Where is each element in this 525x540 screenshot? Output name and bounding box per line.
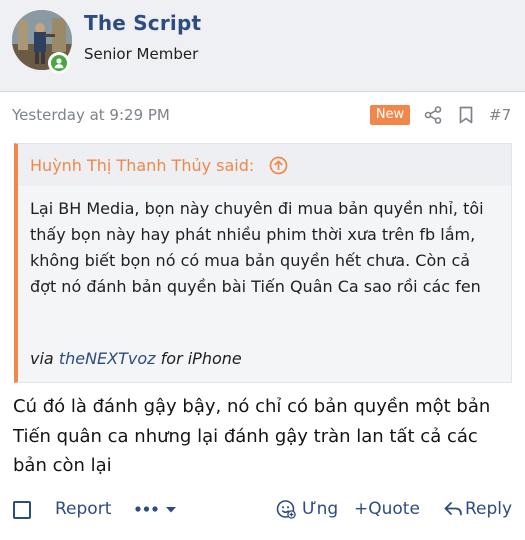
user-title: Senior Member — [84, 45, 199, 63]
quote-header: Huỳnh Thị Thanh Thủy said: — [18, 144, 511, 186]
new-badge: New — [370, 105, 410, 125]
quote-signature: via theNEXTvoz for iPhone — [30, 349, 242, 368]
post-body: Cú đó là đánh gậy bậy, nó chỉ có bản quy… — [13, 396, 491, 476]
arrow-up-circle-icon[interactable] — [269, 156, 288, 175]
react-button[interactable]: Ưng — [302, 499, 338, 519]
react-smile-icon[interactable] — [276, 499, 296, 519]
select-checkbox[interactable] — [13, 501, 31, 519]
online-badge-icon — [48, 52, 70, 74]
bookmark-icon[interactable] — [458, 106, 474, 124]
share-icon[interactable] — [424, 106, 442, 124]
signature-link[interactable]: theNEXTvoz — [59, 349, 156, 368]
username[interactable]: The Script — [84, 11, 201, 35]
post-timestamp[interactable]: Yesterday at 9:29 PM — [12, 106, 170, 124]
signature-suffix: for iPhone — [160, 349, 242, 368]
post-meta: Yesterday at 9:29 PM — [0, 92, 525, 138]
quote-author[interactable]: Huỳnh Thị Thanh Thủy said: — [30, 156, 254, 175]
more-dots-icon — [135, 506, 158, 512]
signature-prefix: via — [30, 349, 54, 368]
quote-text: Lại BH Media, bọn này chuyên đi mua bản … — [30, 199, 484, 296]
reply-button[interactable]: Reply — [465, 499, 512, 519]
quote-block: Huỳnh Thị Thanh Thủy said: Lại BH Media,… — [14, 143, 512, 383]
chevron-down-icon — [166, 507, 176, 513]
post-number[interactable]: #7 — [489, 106, 511, 124]
reply-arrow-icon[interactable] — [443, 500, 463, 518]
more-options-button[interactable] — [134, 499, 180, 521]
user-header: The Script Senior Member — [0, 0, 525, 92]
report-button[interactable]: Report — [55, 499, 111, 519]
quote-button[interactable]: +Quote — [354, 499, 420, 519]
